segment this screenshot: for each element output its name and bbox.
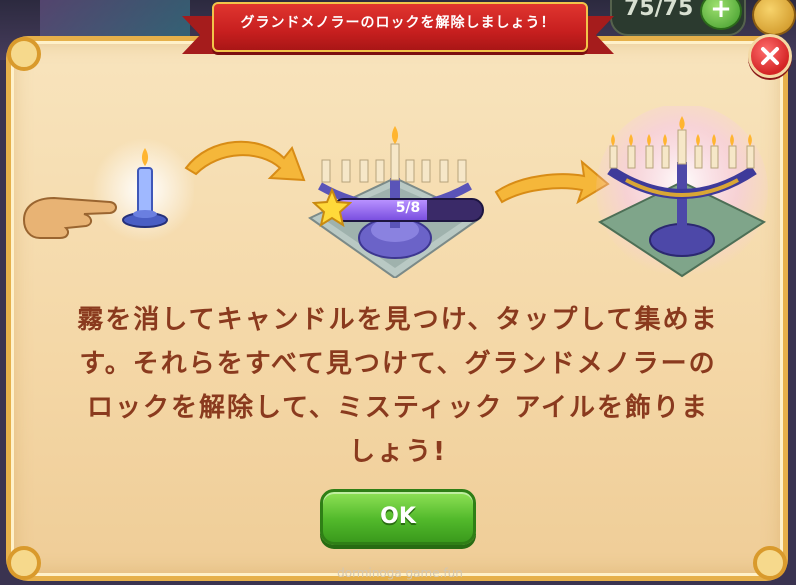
instruction-message: 霧を消してキャンドルを見つけ、タップして集めま す。それらをすべて見つけて、グラ…	[44, 298, 752, 474]
title-ribbon: グランドメノラーのロックを解除しましょう！	[182, 2, 614, 54]
message-line: しょう!	[349, 437, 447, 467]
message-line: す。それらをすべて見つけて、グランドメノラーの	[79, 349, 717, 379]
watermark: dorminoga game.fun	[337, 566, 463, 580]
message-line: ロックを解除して、ミスティック アイルを飾りま	[86, 393, 710, 423]
close-button[interactable]	[748, 34, 792, 78]
corner-ornament	[7, 37, 41, 71]
close-icon	[761, 47, 779, 65]
star-icon	[312, 188, 352, 228]
corner-ornament	[7, 546, 41, 580]
ok-button-label: OK	[380, 504, 416, 529]
hand-tap-candle-illustration	[22, 138, 194, 242]
arrow-right-icon	[494, 159, 610, 205]
arrow-right-icon	[184, 140, 306, 182]
energy-counter: 75/75	[624, 0, 694, 21]
message-line: 霧を消してキャンドルを見つけ、タップして集めま	[77, 305, 719, 335]
dialog-title: グランドメノラーのロックを解除しましょう！	[240, 15, 556, 31]
progress-label: 5/8	[395, 200, 421, 216]
menorah-icon	[596, 106, 768, 278]
ok-button[interactable]: OK	[320, 489, 476, 545]
corner-ornament	[753, 546, 787, 580]
